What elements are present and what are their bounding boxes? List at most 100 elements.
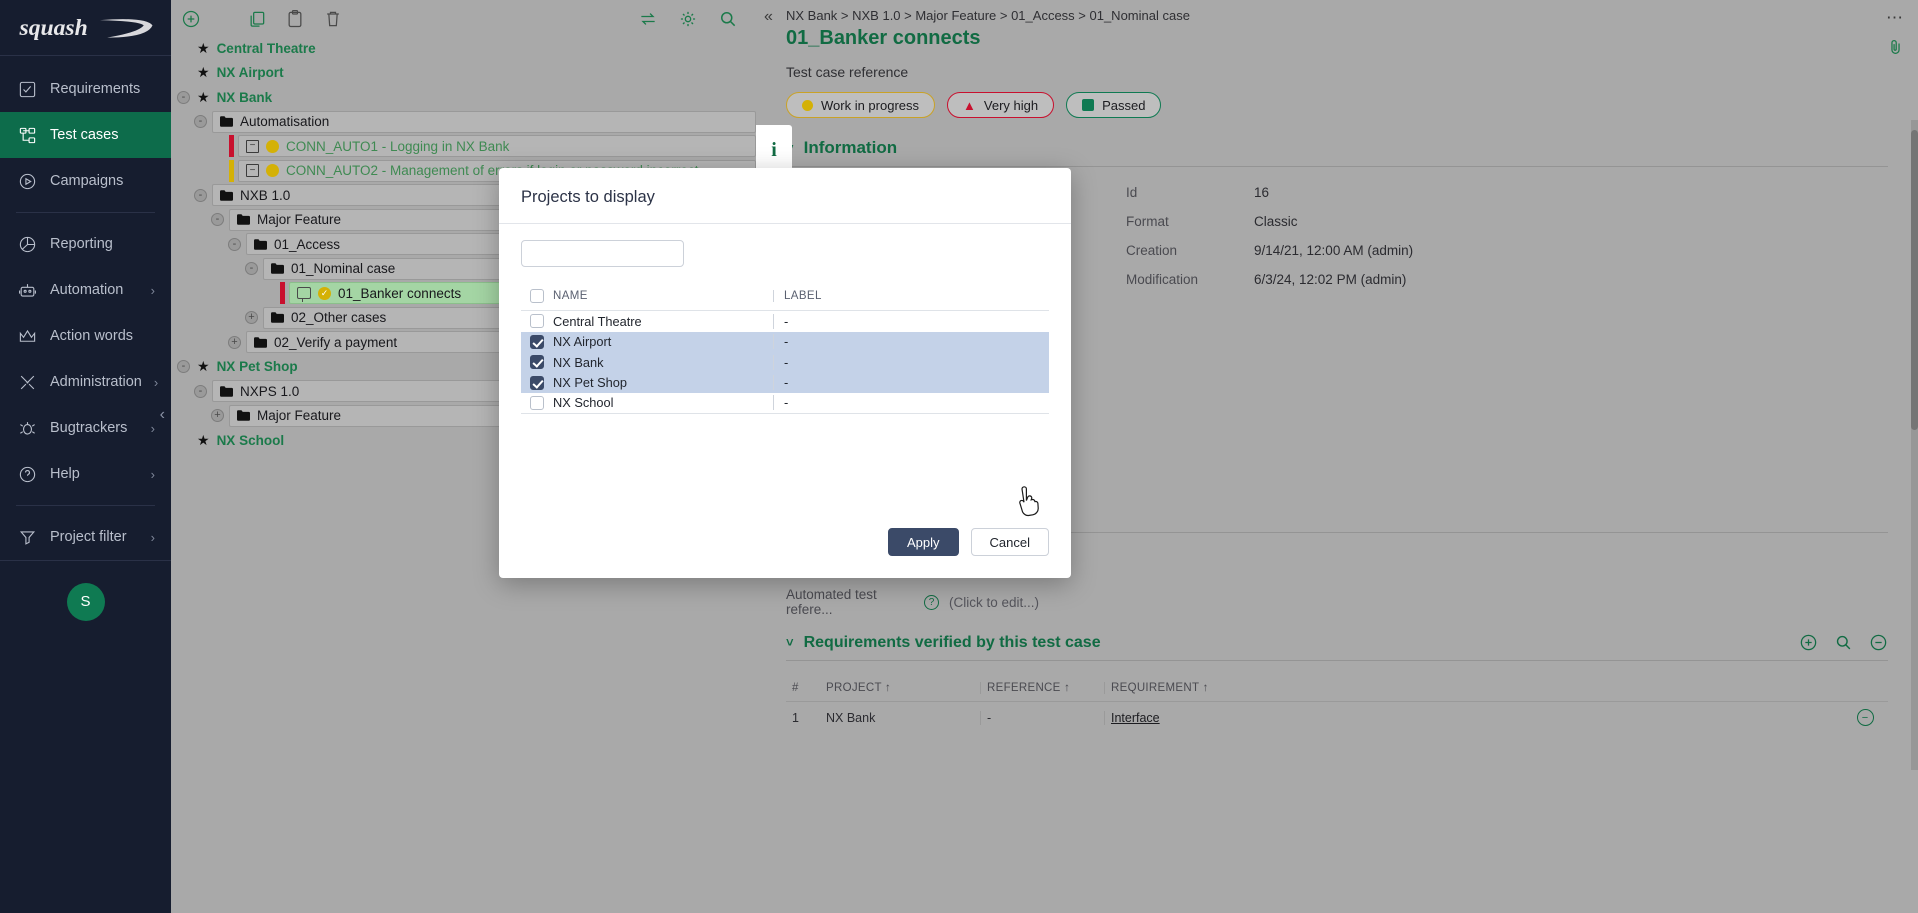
column-header-requirement[interactable]: REQUIREMENT ↑ [1104, 682, 1842, 694]
tree-node-central-theatre[interactable]: ★Central Theatre [171, 36, 756, 61]
info-field-key: Id [1126, 185, 1254, 200]
remove-circle-icon[interactable] [1869, 633, 1888, 652]
column-header-label[interactable]: LABEL [773, 290, 1049, 302]
tree-node-nx-airport[interactable]: ★NX Airport [171, 61, 756, 86]
search-icon[interactable] [716, 7, 740, 31]
sidebar-item-requirements[interactable]: Requirements [0, 66, 171, 112]
script-test-case-icon: − [246, 164, 259, 177]
sidebar-item-label: Bugtrackers [50, 420, 127, 436]
select-all-checkbox[interactable] [530, 289, 544, 303]
collapse-icon[interactable]: - [245, 262, 258, 275]
gear-icon[interactable] [676, 7, 700, 31]
column-header-name[interactable]: NAME [553, 290, 773, 302]
search-input[interactable] [530, 247, 691, 261]
tree-node-conn-auto1-logging-in-nx-bank[interactable]: −CONN_AUTO1 - Logging in NX Bank [171, 134, 756, 159]
sidebar-item-administration[interactable]: Administration › [0, 359, 171, 405]
project-name: NX School [553, 395, 773, 410]
column-header-reference[interactable]: REFERENCE ↑ [980, 682, 1104, 694]
breadcrumb[interactable]: NX Bank > NXB 1.0 > Major Feature > 01_A… [756, 0, 1918, 23]
transfer-icon[interactable] [636, 7, 660, 31]
test-case-reference-label: Test case reference [756, 50, 1918, 80]
vertical-scrollbar-thumb[interactable] [1911, 130, 1918, 430]
add-circle-icon[interactable] [179, 7, 203, 31]
apply-button[interactable]: Apply [888, 528, 959, 556]
panel-collapse-icon[interactable]: « [764, 8, 773, 26]
priority-badge[interactable]: ▲ Very high [947, 92, 1054, 118]
project-row[interactable]: NX School- [521, 393, 1049, 414]
collapse-icon[interactable]: - [177, 91, 190, 104]
project-row[interactable]: NX Airport- [521, 332, 1049, 353]
chevron-right-icon: › [151, 421, 155, 436]
expand-icon[interactable]: + [228, 336, 241, 349]
sidebar-item-help[interactable]: Help › [0, 451, 171, 497]
sidebar-item-action-words[interactable]: Action words [0, 313, 171, 359]
status-badge[interactable]: Work in progress [786, 92, 935, 118]
copy-icon[interactable] [245, 7, 269, 31]
requirements-section-header[interactable]: ˅ Requirements verified by this test cas… [786, 633, 1888, 661]
sidebar-collapse-icon[interactable]: ‹ [160, 406, 165, 424]
tree-node-automatisation[interactable]: -Automatisation [171, 110, 756, 135]
expand-icon[interactable]: + [211, 409, 224, 422]
collapse-icon[interactable]: - [211, 213, 224, 226]
collapse-icon[interactable]: - [177, 360, 190, 373]
table-row[interactable]: 1 NX Bank - Interface − [786, 701, 1888, 733]
project-row[interactable]: NX Pet Shop- [521, 373, 1049, 394]
collapse-icon[interactable]: - [194, 385, 207, 398]
search-box[interactable] [521, 240, 684, 267]
column-header-num[interactable]: # [786, 682, 820, 694]
project-checkbox[interactable] [530, 396, 544, 410]
tree-node-label-box[interactable]: Automatisation [212, 111, 756, 133]
sidebar-item-campaigns[interactable]: Campaigns [0, 158, 171, 204]
information-section-header[interactable]: ˅ Information [786, 138, 1888, 167]
collapse-icon[interactable]: - [194, 189, 207, 202]
clipboard-icon[interactable] [283, 7, 307, 31]
attachment-icon[interactable] [1887, 36, 1904, 63]
project-row[interactable]: NX Bank- [521, 352, 1049, 373]
tree-node-label: NX Airport [217, 65, 284, 80]
sitemap-icon [16, 124, 38, 146]
project-checkbox[interactable] [530, 376, 544, 390]
info-field-value: 9/14/21, 12:00 AM (admin) [1254, 243, 1918, 258]
chevron-right-icon: › [151, 530, 155, 545]
tools-icon [16, 371, 38, 393]
project-row[interactable]: Central Theatre- [521, 311, 1049, 332]
info-field-value: 6/3/24, 12:02 PM (admin) [1254, 272, 1918, 287]
sidebar-item-bugtrackers[interactable]: Bugtrackers › [0, 405, 171, 451]
expand-icon[interactable]: + [245, 311, 258, 324]
tree-node-label-box[interactable]: −CONN_AUTO1 - Logging in NX Bank [238, 135, 756, 157]
question-circle-icon[interactable]: ? [924, 595, 939, 610]
requirements-table-header: # PROJECT ↑ REFERENCE ↑ REQUIREMENT ↑ [786, 675, 1888, 701]
tree-node-nx-bank[interactable]: -★NX Bank [171, 85, 756, 110]
tree-node-label: Major Feature [257, 408, 341, 423]
sidebar-item-test-cases[interactable]: Test cases [0, 112, 171, 158]
tree-node-label-box[interactable]: ★NX Bank [195, 86, 756, 108]
avatar[interactable]: S [67, 583, 105, 621]
search-icon[interactable] [1834, 633, 1853, 652]
requirements-table: # PROJECT ↑ REFERENCE ↑ REQUIREMENT ↑ 1 … [786, 675, 1888, 733]
result-badge[interactable]: Passed [1066, 92, 1161, 118]
project-checkbox[interactable] [530, 314, 544, 328]
project-checkbox[interactable] [530, 355, 544, 369]
tree-node-label: 01_Banker connects [338, 286, 461, 301]
column-header-project[interactable]: PROJECT ↑ [820, 682, 980, 694]
more-options-icon[interactable]: ⋯ [1886, 8, 1904, 28]
trash-icon[interactable] [321, 7, 345, 31]
sidebar-item-reporting[interactable]: Reporting [0, 221, 171, 267]
project-checkbox[interactable] [530, 335, 544, 349]
collapse-icon[interactable]: - [228, 238, 241, 251]
script-test-case-icon: − [246, 140, 259, 153]
project-label: - [773, 395, 1049, 410]
cell-requirement-link[interactable]: Interface [1111, 711, 1160, 725]
user-avatar-row: S [0, 560, 171, 642]
automated-test-ref-value[interactable]: (Click to edit...) [949, 595, 1039, 610]
collapse-icon[interactable]: - [194, 115, 207, 128]
add-circle-icon[interactable] [1799, 633, 1818, 652]
tree-node-label-box[interactable]: ★NX Airport [195, 62, 756, 84]
remove-requirement-icon[interactable]: − [1857, 709, 1874, 726]
cancel-button[interactable]: Cancel [971, 528, 1049, 556]
tree-node-label-box[interactable]: ★Central Theatre [195, 37, 756, 59]
sidebar-item-project-filter[interactable]: Project filter › [0, 514, 171, 560]
information-section-title: Information [804, 138, 898, 158]
app-logo[interactable]: squash [0, 0, 171, 56]
sidebar-item-automation[interactable]: Automation › [0, 267, 171, 313]
